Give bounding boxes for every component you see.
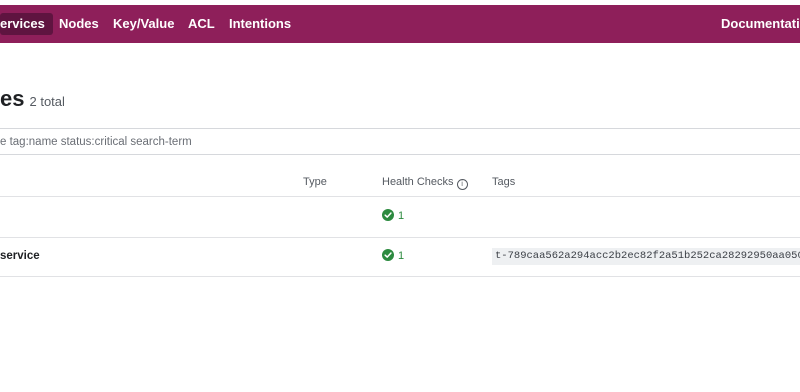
- column-header-tags[interactable]: Tags: [492, 176, 515, 188]
- search-bar: [0, 128, 800, 155]
- nav-nodes[interactable]: Nodes: [59, 13, 99, 35]
- nav-intentions[interactable]: Intentions: [229, 13, 291, 35]
- health-check-count: 1: [398, 250, 405, 262]
- page: ervices Nodes Key/Value ACL Intentions D…: [0, 0, 800, 392]
- page-title-text: es: [0, 86, 25, 111]
- top-nav: ervices Nodes Key/Value ACL Intentions D…: [0, 5, 800, 43]
- health-check-count: 1: [398, 210, 405, 222]
- column-header-type[interactable]: Type: [303, 176, 327, 188]
- search-input[interactable]: [0, 129, 790, 154]
- service-count: 2 total: [29, 94, 65, 109]
- health-checks-passing: 1: [382, 209, 404, 222]
- row-divider: [0, 276, 800, 277]
- service-name[interactable]: service: [0, 250, 40, 262]
- health-checks-passing: 1: [382, 249, 404, 262]
- service-tag: t-789caa562a294acc2b2ec82f2a51b252ca2829…: [492, 248, 800, 265]
- page-title: es 2 total: [0, 86, 65, 112]
- table-row[interactable]: 1: [0, 197, 800, 237]
- check-circle-icon: [382, 209, 394, 221]
- column-header-health-checks[interactable]: Health Checks i: [382, 176, 468, 190]
- nav-services[interactable]: ervices: [0, 13, 53, 35]
- nav-key-value[interactable]: Key/Value: [113, 13, 174, 35]
- nav-acl[interactable]: ACL: [188, 13, 215, 35]
- table-row[interactable]: service 1 t-789caa562a294acc2b2ec82f2a51…: [0, 237, 800, 277]
- nav-documentation[interactable]: Documentation: [721, 13, 800, 35]
- info-icon[interactable]: i: [456, 179, 468, 190]
- check-circle-icon: [382, 249, 394, 261]
- column-header-health-label: Health Checks: [382, 176, 454, 188]
